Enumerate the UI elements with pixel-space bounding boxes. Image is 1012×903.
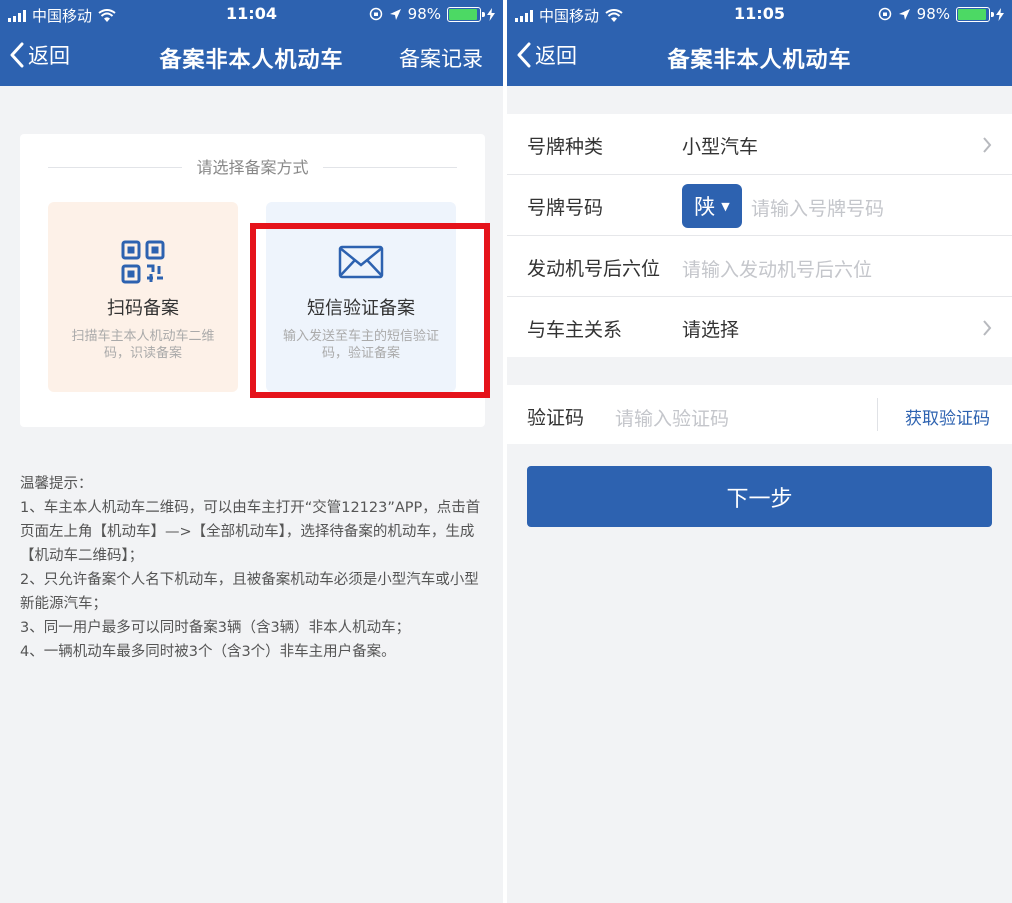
status-bar: 中国移动 11:05 98% <box>507 0 1012 30</box>
lock-rotation-icon <box>878 7 891 21</box>
status-right: 98% <box>878 5 1004 23</box>
relation-value: 请选择 <box>682 319 740 341</box>
plate-type-label: 号牌种类 <box>527 136 604 158</box>
relation-label: 与车主关系 <box>527 319 623 341</box>
plate-number-input[interactable]: 请输入号牌号码 <box>751 194 884 221</box>
engine-input[interactable]: 请输入发动机号后六位 <box>682 255 872 282</box>
right-screen: 中国移动 11:05 98% 返回 备案非本人机动车 号牌种类 小型汽车 号牌号… <box>507 0 1012 903</box>
tip-item: 1、车主本人机动车二维码，可以由车主打开“交管12123”APP，点击首页面左上… <box>20 500 481 564</box>
status-right: 98% <box>369 5 495 23</box>
plate-type-value: 小型汽车 <box>682 136 759 158</box>
header: 中国移动 11:05 98% 返回 备案非本人机动车 <box>507 0 1012 86</box>
plate-number-row: 号牌号码 陕 ▼ 请输入号牌号码 <box>507 175 1012 236</box>
code-input[interactable]: 请输入验证码 <box>615 404 729 431</box>
tips-heading: 温馨提示： <box>20 476 93 492</box>
status-bar: 中国移动 11:04 98% <box>0 0 503 30</box>
left-screen: 中国移动 11:04 98% 返回 备案非本人机动车 备案记录 请选择备案方式 <box>0 0 503 903</box>
relation-row[interactable]: 与车主关系 请选择 <box>507 297 1012 358</box>
plate-type-row[interactable]: 号牌种类 小型汽车 <box>507 114 1012 175</box>
records-button[interactable]: 备案记录 <box>399 43 483 73</box>
card-title-row: 请选择备案方式 <box>48 154 457 178</box>
scan-option-title: 扫码备案 <box>107 298 179 319</box>
charging-icon <box>487 7 495 21</box>
scan-option-desc: 扫描车主本人机动车二维码，识读备案 <box>71 329 215 361</box>
battery-icon <box>956 6 994 22</box>
province-select[interactable]: 陕 ▼ <box>682 184 742 228</box>
engine-label: 发动机号后六位 <box>527 258 661 280</box>
get-code-button[interactable]: 获取验证码 <box>905 404 990 429</box>
qr-code-icon <box>119 238 167 286</box>
battery-icon <box>447 6 485 22</box>
province-value: 陕 <box>694 195 716 219</box>
tip-item: 4、一辆机动车最多同时被3个（含3个）非车主用户备案。 <box>20 644 396 660</box>
code-row: 验证码 请输入验证码 获取验证码 <box>507 385 1012 446</box>
tips-section: 温馨提示： 1、车主本人机动车二维码，可以由车主打开“交管12123”APP，点… <box>20 472 490 664</box>
engine-row: 发动机号后六位 请输入发动机号后六位 <box>507 236 1012 297</box>
highlight-box <box>250 223 490 398</box>
chevron-right-icon <box>983 320 992 336</box>
next-button[interactable]: 下一步 <box>527 466 992 527</box>
location-icon <box>898 8 910 20</box>
vehicle-form: 号牌种类 小型汽车 号牌号码 陕 ▼ 请输入号牌号码 发动机号后六位 请输入发动… <box>507 114 1012 357</box>
chevron-right-icon <box>983 137 992 153</box>
caret-down-icon: ▼ <box>721 199 730 213</box>
code-separator <box>877 398 878 431</box>
charging-icon <box>996 7 1004 21</box>
battery-percent: 98% <box>407 5 441 23</box>
card-title: 请选择备案方式 <box>182 158 323 177</box>
tip-item: 2、只允许备案个人名下机动车，且被备案机动车必须是小型汽车或小型新能源汽车； <box>20 572 479 612</box>
lock-rotation-icon <box>369 7 382 21</box>
battery-percent: 98% <box>916 5 950 23</box>
code-form: 验证码 请输入验证码 获取验证码 <box>507 385 1012 444</box>
nav-bar: 返回 备案非本人机动车 <box>507 30 1012 86</box>
nav-bar: 返回 备案非本人机动车 备案记录 <box>0 30 503 86</box>
tip-item: 3、同一用户最多可以同时备案3辆（含3辆）非本人机动车； <box>20 620 411 636</box>
plate-number-label: 号牌号码 <box>527 197 604 219</box>
scan-option[interactable]: 扫码备案 扫描车主本人机动车二维码，识读备案 <box>48 202 238 392</box>
page-title: 备案非本人机动车 <box>667 48 852 73</box>
code-label: 验证码 <box>527 407 585 429</box>
location-icon <box>389 8 401 20</box>
header: 中国移动 11:04 98% 返回 备案非本人机动车 备案记录 <box>0 0 503 86</box>
